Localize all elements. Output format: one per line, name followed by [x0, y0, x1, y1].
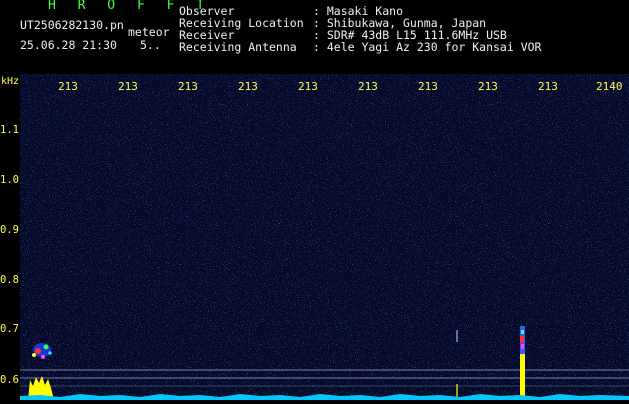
x-tick-label: 213	[238, 80, 258, 93]
meteor-echo-right	[520, 326, 525, 354]
y-tick-label: 1.1	[0, 124, 19, 136]
date-time: 25.06.28 21:30	[20, 38, 117, 52]
x-tick-label: 213	[418, 80, 438, 93]
spectrogram-graphic	[20, 74, 629, 400]
count-label: 5..	[140, 38, 161, 52]
signal-peak-right	[520, 354, 525, 400]
x-tick-label: 213	[58, 80, 78, 93]
axis-unit-label: kHz	[1, 76, 20, 87]
x-tick-label: 213	[478, 80, 498, 93]
antenna-value: : 4ele Yagi Az 230 for Kansai VOR	[313, 40, 542, 54]
x-tick-label: 213	[178, 80, 198, 93]
y-tick-label: 0.9	[0, 224, 19, 236]
x-tick-label: 213	[298, 80, 318, 93]
x-tick-label: 213	[118, 80, 138, 93]
spectrogram-panel	[20, 74, 629, 400]
x-tick-label: 213	[538, 80, 558, 93]
noise-texture	[20, 74, 629, 400]
y-tick-label: 0.8	[0, 274, 19, 286]
y-tick-label: 1.0	[0, 174, 19, 186]
x-tick-label: 2140	[596, 80, 623, 93]
file-name: UT2506282130.pn	[20, 18, 124, 32]
header-panel: H R O F F T UT2506282130.pn meteor 25.06…	[0, 0, 629, 74]
antenna-label: Receiving Antenna	[179, 40, 297, 54]
y-tick-label: 0.6	[0, 374, 19, 386]
x-tick-label: 213	[358, 80, 378, 93]
tag-label: meteor	[128, 25, 170, 39]
y-tick-label: 0.7	[0, 323, 19, 335]
